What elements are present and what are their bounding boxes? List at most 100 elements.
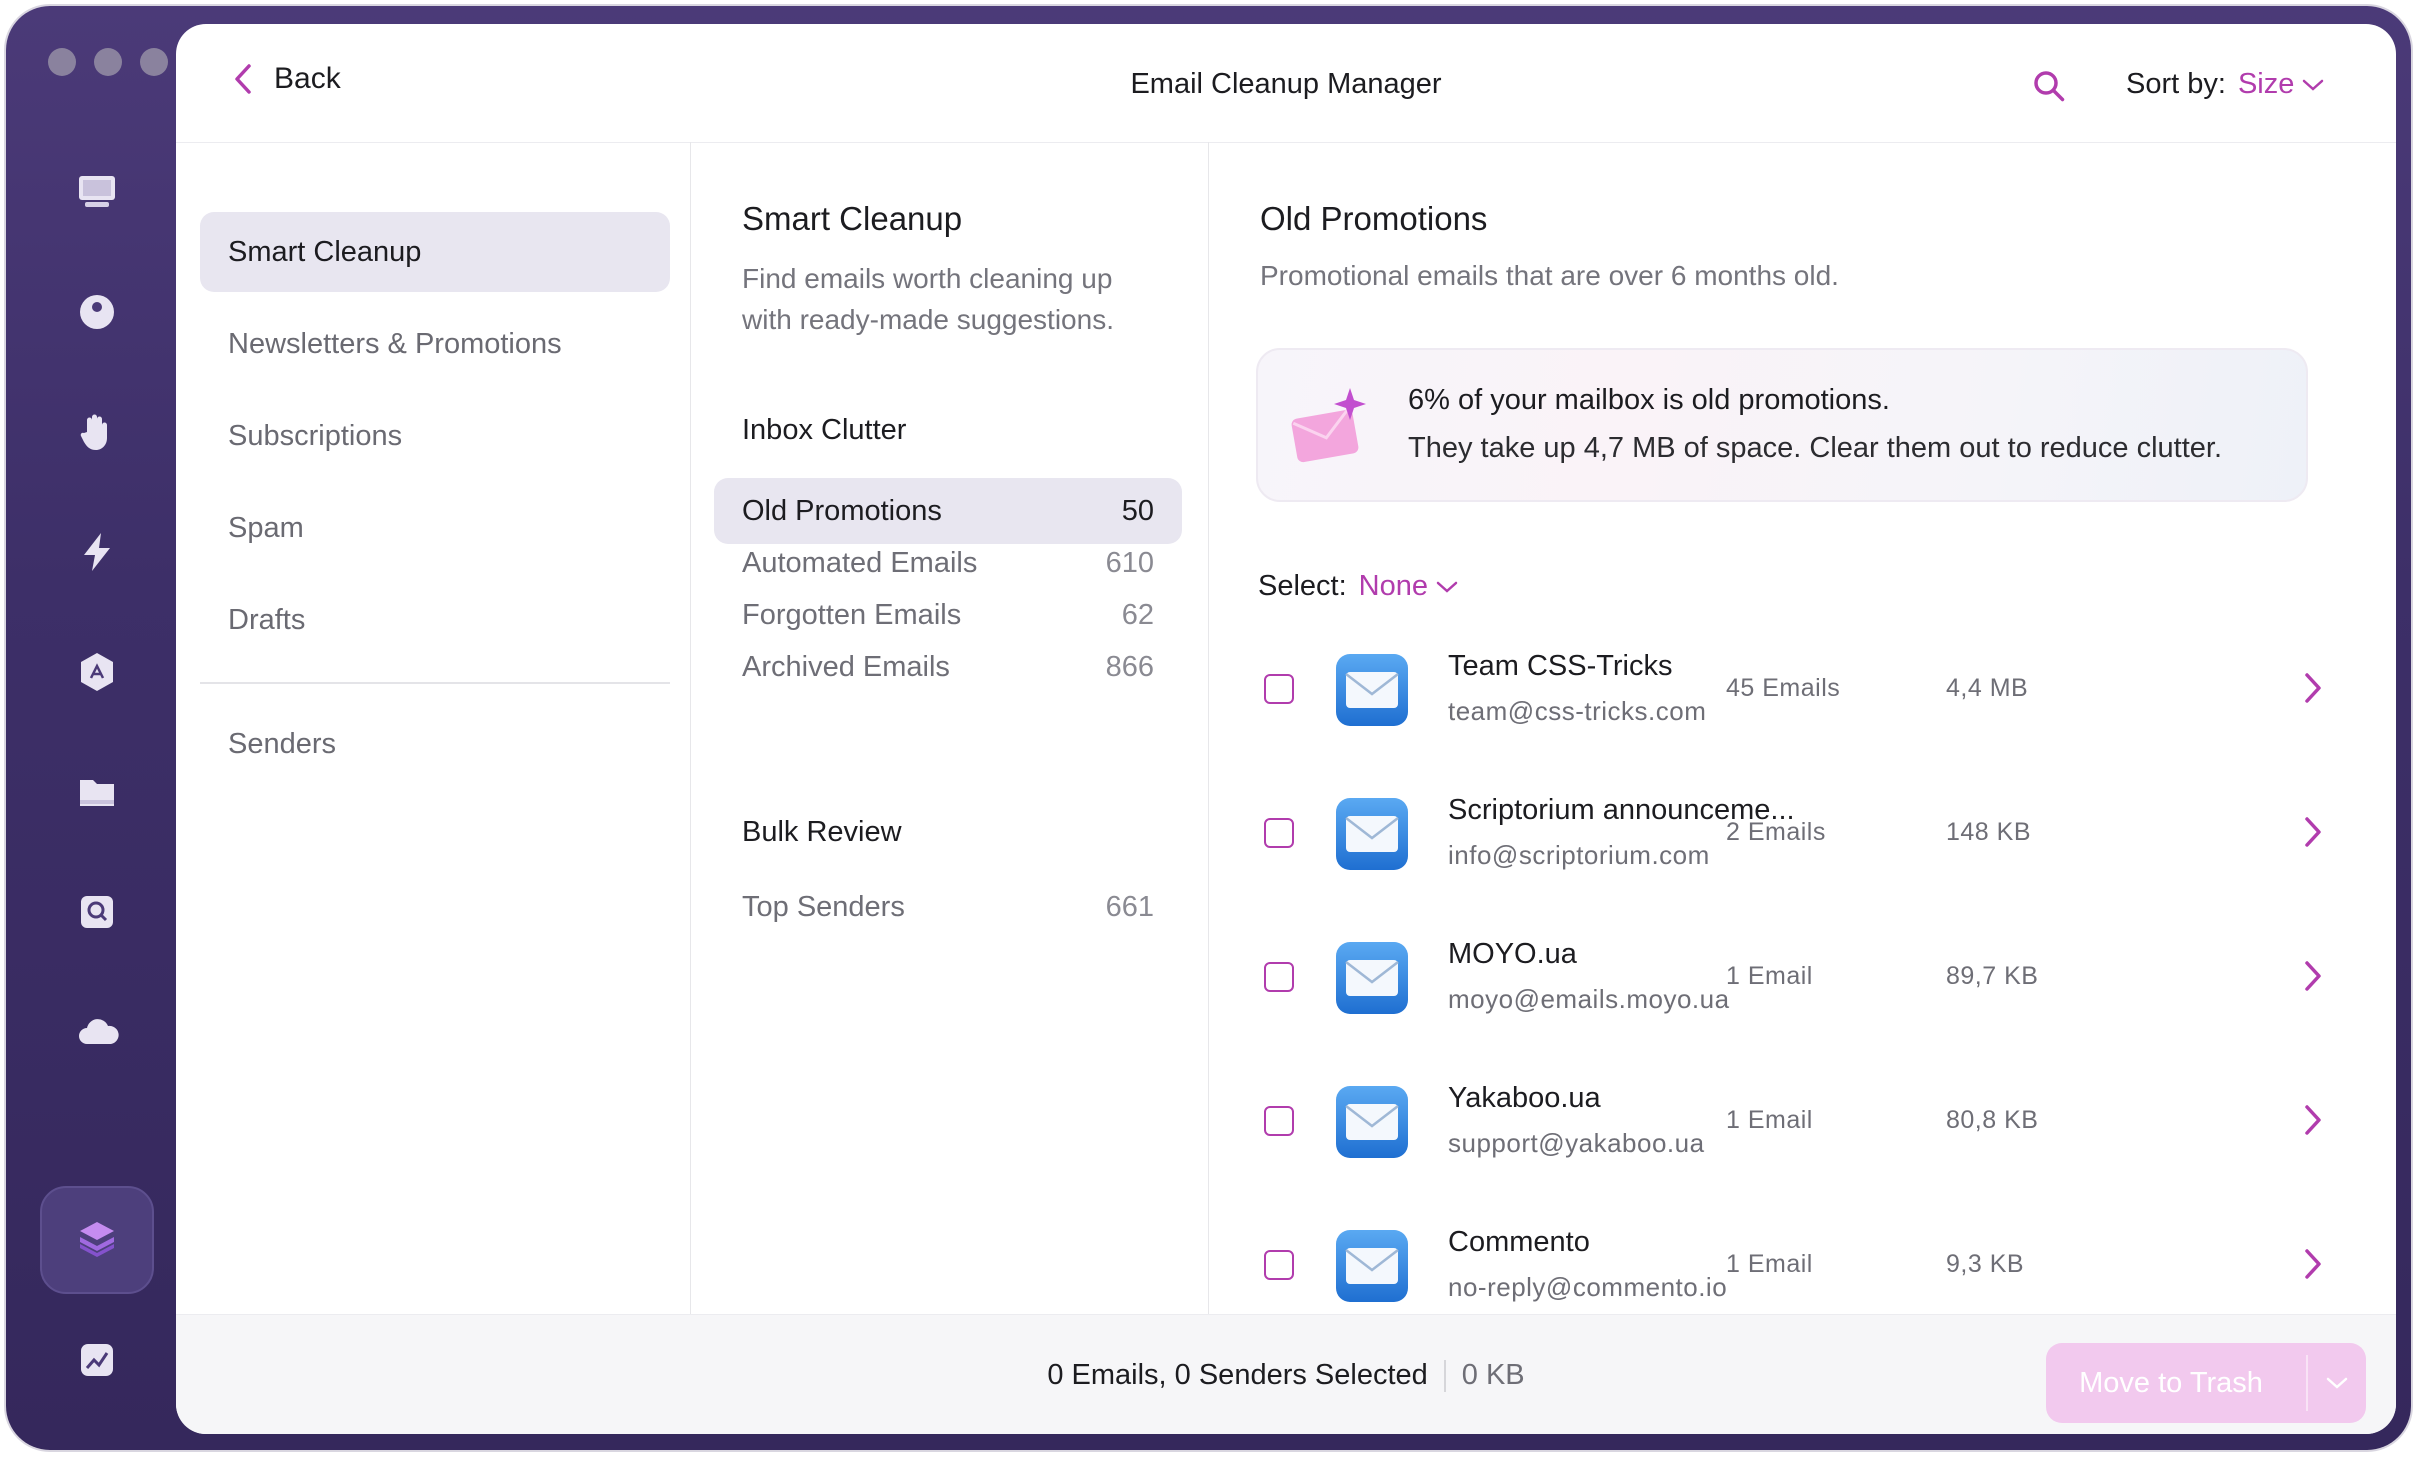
mail-app-icon — [1336, 654, 1408, 726]
mail-app-icon — [1336, 798, 1408, 870]
selection-text: 0 Emails, 0 Senders Selected — [1047, 1359, 1428, 1391]
category-count: 661 — [1105, 890, 1154, 923]
chevron-right-icon[interactable] — [2300, 670, 2326, 706]
row-checkbox[interactable] — [1264, 818, 1294, 848]
sender-email-count: 2 Emails — [1726, 818, 1826, 846]
category-count: 866 — [1105, 650, 1154, 683]
select-control: Select: None — [1258, 570, 1458, 603]
category-label: Old Promotions — [742, 494, 942, 527]
sidebar-item-spam[interactable]: Spam — [200, 488, 670, 568]
search-icon[interactable] — [2031, 68, 2067, 104]
category-label: Automated Emails — [742, 546, 978, 579]
sender-size: 89,7 KB — [1946, 962, 2039, 990]
category-count: 610 — [1105, 546, 1154, 579]
sender-size: 148 KB — [1946, 818, 2032, 846]
panel-description: Find emails worth cleaning up with ready… — [742, 263, 1114, 335]
lightning-icon[interactable] — [69, 524, 125, 580]
sender-size: 80,8 KB — [1946, 1106, 2039, 1134]
chevron-right-icon[interactable] — [2300, 814, 2326, 850]
section-inbox-clutter: Inbox Clutter — [742, 414, 907, 446]
category-label: Top Senders — [742, 890, 905, 923]
sidebar-item-subscriptions[interactable]: Subscriptions — [200, 396, 670, 476]
detail-description: Promotional emails that are over 6 month… — [1260, 260, 1839, 291]
sender-row[interactable]: Commento no-reply@commento.io 1 Email 9,… — [1208, 1194, 2396, 1314]
row-checkbox[interactable] — [1264, 1250, 1294, 1280]
chart-icon[interactable] — [69, 1332, 125, 1388]
folder-icon[interactable] — [69, 764, 125, 820]
select-value: None — [1358, 570, 1428, 602]
trash-label: Move to Trash — [2079, 1366, 2263, 1399]
banner-text: They take up 4,7 MB of space. Clear them… — [1408, 432, 2223, 464]
trash-options-dropdown[interactable] — [2308, 1376, 2366, 1390]
sidebar-item-smart-cleanup[interactable]: Smart Cleanup — [200, 212, 670, 292]
sidebar-item-label: Subscriptions — [228, 419, 403, 452]
move-to-trash-button[interactable]: Move to Trash — [2046, 1343, 2366, 1423]
sender-name: MOYO.ua — [1448, 938, 1577, 970]
chevron-down-icon — [2303, 79, 2324, 91]
smart-cleanup-panel: Smart Cleanup Find emails worth cleaning… — [690, 142, 1209, 1314]
info-banner: 6% of your mailbox is old promotions. Th… — [1256, 348, 2308, 502]
mail-app-icon — [1336, 942, 1408, 1014]
chevron-right-icon[interactable] — [2300, 958, 2326, 994]
chevron-down-icon — [1436, 581, 1458, 593]
sidebar-item-senders[interactable]: Senders — [200, 704, 670, 784]
app-frame: Back Email Cleanup Manager Sort by: Size… — [6, 6, 2411, 1450]
category-archived-emails[interactable]: Archived Emails 866 — [714, 634, 1182, 700]
cloud-icon[interactable] — [69, 1004, 125, 1060]
chevron-right-icon[interactable] — [2300, 1102, 2326, 1138]
row-checkbox[interactable] — [1264, 1106, 1294, 1136]
sender-email: info@scriptorium.com — [1448, 840, 1710, 870]
sender-list: Team CSS-Tricks team@css-tricks.com 45 E… — [1208, 618, 2396, 1314]
category-sidebar: Smart Cleanup Newsletters & Promotions S… — [176, 142, 691, 1314]
sender-email-count: 1 Email — [1726, 1106, 1813, 1134]
banner-title: 6% of your mailbox is old promotions. — [1408, 384, 1890, 416]
sidebar-divider — [200, 682, 670, 684]
selection-size: 0 KB — [1461, 1359, 1525, 1391]
sidebar-item-label: Newsletters & Promotions — [228, 327, 562, 360]
sender-email-count: 1 Email — [1726, 1250, 1813, 1278]
sender-row[interactable]: Yakaboo.ua support@yakaboo.ua 1 Email 80… — [1208, 1050, 2396, 1194]
sidebar-item-newsletters[interactable]: Newsletters & Promotions — [200, 304, 670, 384]
section-bulk-review: Bulk Review — [742, 816, 902, 848]
sender-email: no-reply@commento.io — [1448, 1272, 1728, 1302]
select-dropdown[interactable]: None — [1359, 570, 1458, 603]
category-label: Forgotten Emails — [742, 598, 962, 631]
footer-bar: 0 Emails, 0 Senders Selected 0 KB Move t… — [176, 1314, 2396, 1434]
chevron-down-icon — [2326, 1377, 2348, 1389]
status-divider — [1443, 1359, 1446, 1392]
sort-control: Sort by: Size — [2126, 68, 2324, 101]
apps-icon[interactable] — [69, 644, 125, 700]
sender-size: 4,4 MB — [1946, 674, 2029, 702]
row-checkbox[interactable] — [1264, 962, 1294, 992]
mail-app-icon — [1336, 1230, 1408, 1302]
category-count: 50 — [1121, 494, 1154, 527]
sender-email: support@yakaboo.ua — [1448, 1128, 1705, 1158]
sender-name: Yakaboo.ua — [1448, 1082, 1601, 1114]
sort-value: Size — [2237, 68, 2295, 100]
sender-row[interactable]: MOYO.ua moyo@emails.moyo.ua 1 Email 89,7… — [1208, 906, 2396, 1050]
sender-email: team@css-tricks.com — [1448, 696, 1707, 726]
monitor-icon[interactable] — [69, 164, 125, 220]
app-rail — [6, 6, 176, 1450]
sidebar-item-drafts[interactable]: Drafts — [200, 580, 670, 660]
sender-name: Team CSS-Tricks — [1448, 650, 1673, 682]
mail-app-icon — [1336, 1086, 1408, 1158]
layers-icon[interactable] — [69, 1210, 125, 1266]
sidebar-item-label: Senders — [228, 727, 337, 760]
category-label: Archived Emails — [742, 650, 950, 683]
sidebar-item-label: Drafts — [228, 603, 306, 636]
main-window: Back Email Cleanup Manager Sort by: Size… — [176, 24, 2396, 1434]
hand-icon[interactable] — [69, 404, 125, 460]
disc-icon[interactable] — [69, 284, 125, 340]
sidebar-item-label: Smart Cleanup — [228, 235, 422, 268]
sender-name: Commento — [1448, 1226, 1590, 1258]
chevron-right-icon[interactable] — [2300, 1246, 2326, 1282]
search-disk-icon[interactable] — [69, 884, 125, 940]
sort-label: Sort by: — [2126, 68, 2226, 100]
sort-dropdown[interactable]: Size — [2238, 68, 2324, 101]
detail-panel: Old Promotions Promotional emails that a… — [1208, 142, 2396, 1314]
category-top-senders[interactable]: Top Senders 661 — [714, 874, 1182, 940]
sender-row[interactable]: Team CSS-Tricks team@css-tricks.com 45 E… — [1208, 618, 2396, 762]
sender-row[interactable]: Scriptorium announceme... info@scriptori… — [1208, 762, 2396, 906]
row-checkbox[interactable] — [1264, 674, 1294, 704]
